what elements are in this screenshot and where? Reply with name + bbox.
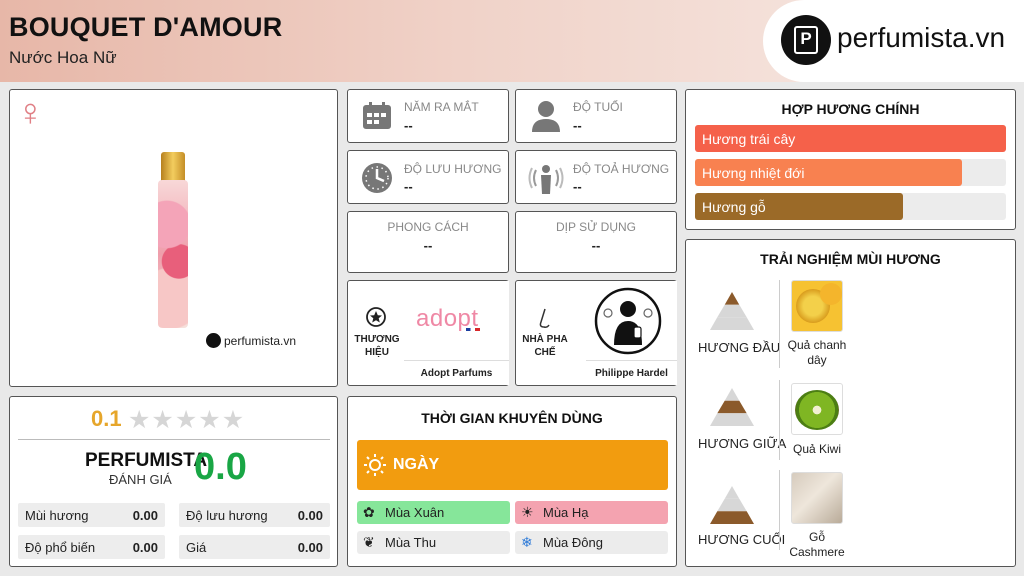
sun-icon: [364, 454, 386, 476]
diffusion-icon: [528, 165, 564, 194]
season-winter: ❄ Mùa Đông: [515, 531, 668, 554]
leaf-icon: ❦: [363, 534, 375, 550]
recommend-time-card: THỜI GIAN KHUYÊN DÙNG NGÀY ✿ Mùa Xuân ☀ Mù…: [347, 396, 677, 567]
brand-label: THƯƠNG HIỆU: [354, 334, 400, 358]
perfumer-label: NHÀ PHA CHẾ: [522, 334, 568, 358]
perfumista-rating-sub: ĐÁNH GIÁ: [109, 472, 172, 487]
pyramid-base-icon: [710, 486, 754, 524]
info-launch-year: NĂM RA MẮT --: [347, 89, 509, 143]
accord-bar: Hương trái cây: [695, 125, 1006, 152]
accords-title: HỢP HƯƠNG CHÍNH: [781, 101, 920, 117]
venus-icon: ♀: [16, 92, 45, 134]
kiwi-image: [791, 383, 843, 435]
notes-title: TRẢI NGHIỆM MÙI HƯƠNG: [760, 251, 941, 267]
accord-bar: Hương gỗ: [695, 193, 1006, 220]
longevity-value: --: [404, 179, 413, 194]
brand-name: Adopt Parfums: [420, 368, 493, 379]
occasion-value: --: [591, 238, 601, 253]
info-sillage: ĐỘ TOẢ HƯƠNG --: [515, 150, 677, 204]
star-badge-icon: [366, 307, 386, 327]
perfumer-name: Philippe Hardel: [595, 368, 668, 379]
age-label: ĐỘ TUỔI: [573, 100, 623, 114]
launch-year-label: NĂM RA MẮT: [404, 100, 479, 114]
person-icon: [532, 101, 560, 132]
day-time-box: NGÀY: [357, 440, 668, 490]
occasion-label: DỊP SỬ DỤNG: [555, 220, 637, 234]
star-icon[interactable]: ★: [151, 406, 174, 434]
info-age: ĐỘ TUỔI --: [515, 89, 677, 143]
perfumista-score: 0.0: [194, 446, 247, 488]
brand-tile[interactable]: THƯƠNG HIỆU adopt Adopt Parfums: [347, 280, 509, 386]
calendar-icon: [363, 102, 391, 129]
longevity-label: ĐỘ LƯU HƯƠNG: [404, 162, 502, 176]
style-label: PHONG CÁCH: [387, 220, 469, 234]
cashmere-wood-image: [791, 472, 843, 524]
metric-popularity: Độ phổ biến 0.00: [18, 535, 165, 559]
star-rating[interactable]: ★★★★★: [128, 405, 245, 435]
star-icon[interactable]: ★: [222, 406, 245, 434]
season-summer: ☀ Mùa Hạ: [515, 501, 668, 524]
age-value: --: [573, 118, 582, 133]
perfumista-rating-label: PERFUMISTA: [85, 450, 208, 471]
sillage-value: --: [573, 179, 582, 194]
metric-price: Giá 0.00: [179, 535, 330, 559]
star-icon[interactable]: ★: [128, 406, 151, 434]
notes-card: TRẢI NGHIỆM MÙI HƯƠNG HƯƠNG ĐẦU Quả chan…: [685, 239, 1016, 567]
info-occasion: DỊP SỬ DỤNG --: [515, 211, 677, 273]
info-style: PHONG CÁCH --: [347, 211, 509, 273]
sun-icon: ☀: [521, 504, 534, 520]
info-longevity: ĐỘ LƯU HƯƠNG --: [347, 150, 509, 204]
snowflake-icon: ❄: [521, 534, 533, 550]
note-level-top: HƯƠNG ĐẦU: [698, 340, 781, 355]
note-name-top: Quả chanh dây: [787, 338, 847, 367]
star-icon[interactable]: ★: [198, 406, 221, 434]
nose-icon: [539, 308, 550, 328]
season-spring: ✿ Mùa Xuân: [357, 501, 510, 524]
perfumista-logo-text: perfumista.vn: [837, 22, 1006, 53]
accord-fill: Hương nhiệt đới: [695, 159, 963, 186]
perfumer-tile[interactable]: NHÀ PHA CHẾ Philippe Hardel: [515, 280, 677, 386]
product-card: ♀ perfumista.vn: [9, 89, 338, 387]
product-watermark: perfumista.vn: [206, 333, 296, 348]
perfume-bottle-image: [158, 152, 188, 328]
pyramid-middle-icon: [710, 388, 754, 426]
style-value: --: [423, 238, 433, 253]
day-label: NGÀY: [393, 456, 440, 473]
passion-fruit-image: [791, 280, 843, 332]
rating-card: 0.1 ★★★★★ PERFUMISTA ĐÁNH GIÁ 0.0 Mùi hư…: [9, 396, 338, 567]
note-level-base: HƯƠNG CUỐI: [698, 532, 786, 547]
brand-logo-panel: adopt Adopt Parfums: [404, 281, 509, 385]
accord-bar: Hương nhiệt đới: [695, 159, 1006, 186]
perfumista-logo-icon: P: [781, 15, 831, 65]
main-accords-card: HỢP HƯƠNG CHÍNH Hương trái cây Hương nhi…: [685, 89, 1016, 230]
accord-fill: Hương gỗ: [695, 193, 904, 220]
flower-icon: ✿: [363, 504, 375, 520]
metric-longevity: Độ lưu hương 0.00: [179, 503, 330, 527]
perfume-title: BOUQUET D'AMOUR: [9, 12, 283, 42]
perfumer-portrait-icon: [594, 287, 662, 355]
note-name-base: Gỗ Cashmere: [789, 530, 845, 559]
sillage-label: ĐỘ TOẢ HƯƠNG: [573, 162, 670, 176]
note-level-middle: HƯƠNG GIỮA: [698, 436, 787, 451]
metric-scent: Mùi hương 0.00: [18, 503, 165, 527]
launch-year-value: --: [404, 118, 413, 133]
star-icon[interactable]: ★: [175, 406, 198, 434]
perfume-subtitle: Nước Hoa Nữ: [9, 48, 117, 67]
user-score: 0.1: [91, 406, 122, 431]
season-autumn: ❦ Mùa Thu: [357, 531, 510, 554]
recommend-title: THỜI GIAN KHUYÊN DÙNG: [421, 410, 603, 426]
clock-icon: [362, 163, 392, 193]
pyramid-top-icon: [710, 292, 754, 330]
accord-fill: Hương trái cây: [695, 125, 1006, 152]
note-name-middle: Quả Kiwi: [792, 442, 842, 456]
perfumer-portrait-panel: Philippe Hardel: [586, 281, 677, 385]
